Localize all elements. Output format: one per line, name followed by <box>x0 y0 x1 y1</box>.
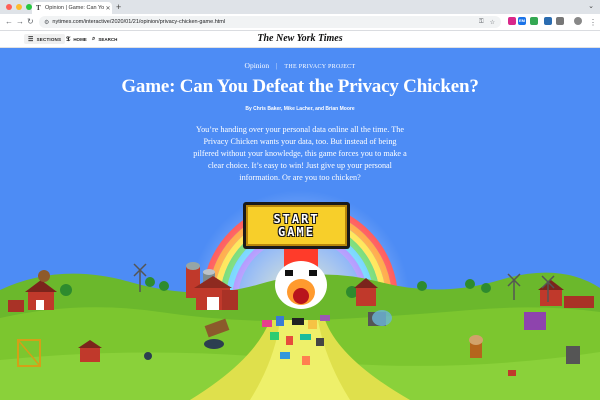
game-label: GAME <box>278 224 315 239</box>
start-game-face[interactable]: START GAME <box>246 205 347 246</box>
headline: Game: Can You Defeat the Privacy Chicken… <box>121 76 479 97</box>
game-scene-illustration <box>0 190 600 400</box>
project-link[interactable]: THE PRIVACY PROJECT <box>284 64 355 70</box>
start-label: START <box>273 211 320 226</box>
kicker-separator: | <box>276 61 278 70</box>
article-kicker: Opinion | THE PRIVACY PROJECT <box>0 61 600 70</box>
article-summary: You’re handing over your personal data o… <box>193 125 407 182</box>
section-link[interactable]: Opinion <box>245 61 270 70</box>
start-game-button[interactable]: START GAME <box>243 202 350 249</box>
byline: By Chris Baker, Mike Lacher, and Brian M… <box>245 106 355 112</box>
